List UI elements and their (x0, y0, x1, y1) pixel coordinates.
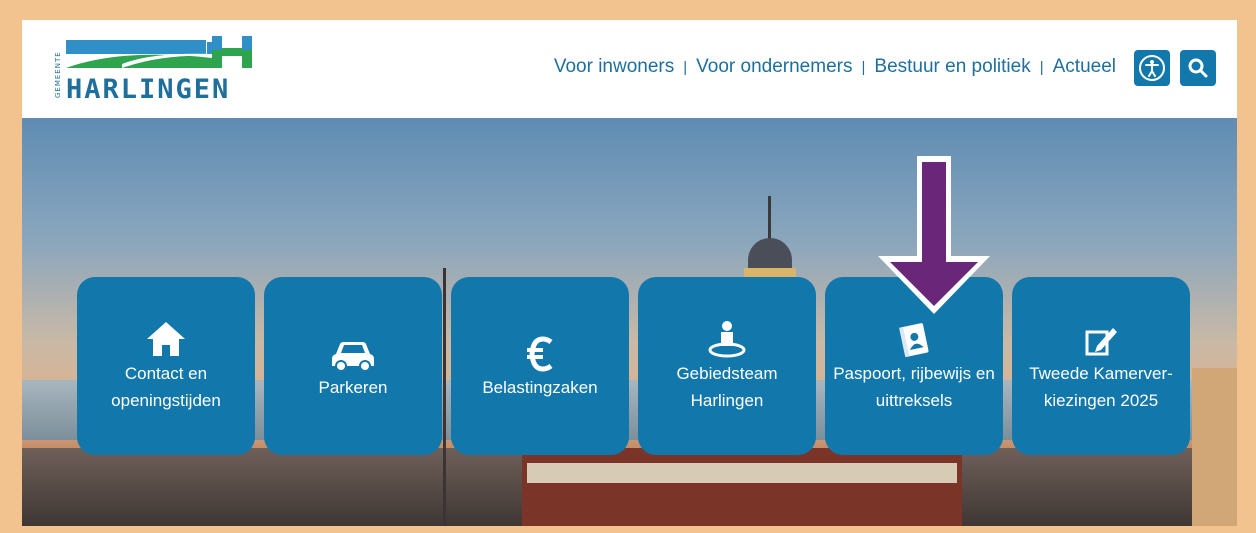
nav-separator: | (1039, 58, 1044, 76)
euro-icon (527, 335, 553, 372)
tile-label: Gebiedsteam Harlingen (676, 364, 778, 410)
nav-actueel[interactable]: Actueel (1053, 56, 1116, 78)
main-navigation: Voor inwoners | Voor ondernemers | Bestu… (554, 56, 1116, 78)
site-header: GEMEENTE HARLINGEN Voor inwoners | Voor … (22, 20, 1237, 118)
hero-building (522, 448, 962, 526)
hero-building-facade (527, 463, 957, 483)
tile-label: Tweede Kamerver-kiezingen 2025 (1029, 364, 1173, 410)
logo-graphic (66, 36, 252, 68)
tile-label: Contact en openingstijden (111, 364, 221, 410)
tile-label: Paspoort, rijbewijs en uittreksels (833, 364, 995, 410)
tile-label: Belastingzaken (482, 377, 598, 397)
page-frame: GEMEENTE HARLINGEN Voor inwoners | Voor … (22, 20, 1237, 526)
nav-voor-inwoners[interactable]: Voor inwoners (554, 56, 674, 78)
tile-belastingzaken[interactable]: Belastingzaken (451, 277, 629, 455)
accessibility-button[interactable] (1134, 50, 1170, 86)
harlingen-logo[interactable]: GEMEENTE HARLINGEN (52, 34, 257, 105)
tile-contact[interactable]: Contact en openingstijden (77, 277, 255, 455)
hero-right-building (1192, 368, 1237, 526)
quick-links: Contact en openingstijden Parkeren Belas… (77, 277, 1190, 455)
nav-voor-ondernemers[interactable]: Voor ondernemers (696, 56, 852, 78)
search-icon (1188, 58, 1208, 78)
down-arrow-annotation (878, 156, 990, 314)
home-icon (147, 322, 185, 356)
tile-tweede-kamerverkiezingen[interactable]: Tweede Kamerver-kiezingen 2025 (1012, 277, 1190, 455)
logo-subtitle: GEMEENTE (54, 51, 62, 98)
search-button[interactable] (1180, 50, 1216, 86)
pencil-icon (1085, 328, 1117, 356)
logo-wordmark: HARLINGEN (66, 74, 231, 105)
tile-gebiedsteam[interactable]: Gebiedsteam Harlingen (638, 277, 816, 455)
id-card-icon (899, 323, 929, 358)
tile-parkeren[interactable]: Parkeren (264, 277, 442, 455)
hero-spire (768, 196, 771, 240)
nav-separator: | (683, 58, 688, 76)
person-location-icon (708, 321, 746, 358)
accessibility-icon (1139, 55, 1165, 81)
tile-label: Parkeren (318, 377, 388, 397)
car-icon (332, 341, 374, 372)
nav-bestuur-en-politiek[interactable]: Bestuur en politiek (874, 56, 1030, 78)
nav-separator: | (861, 58, 866, 76)
